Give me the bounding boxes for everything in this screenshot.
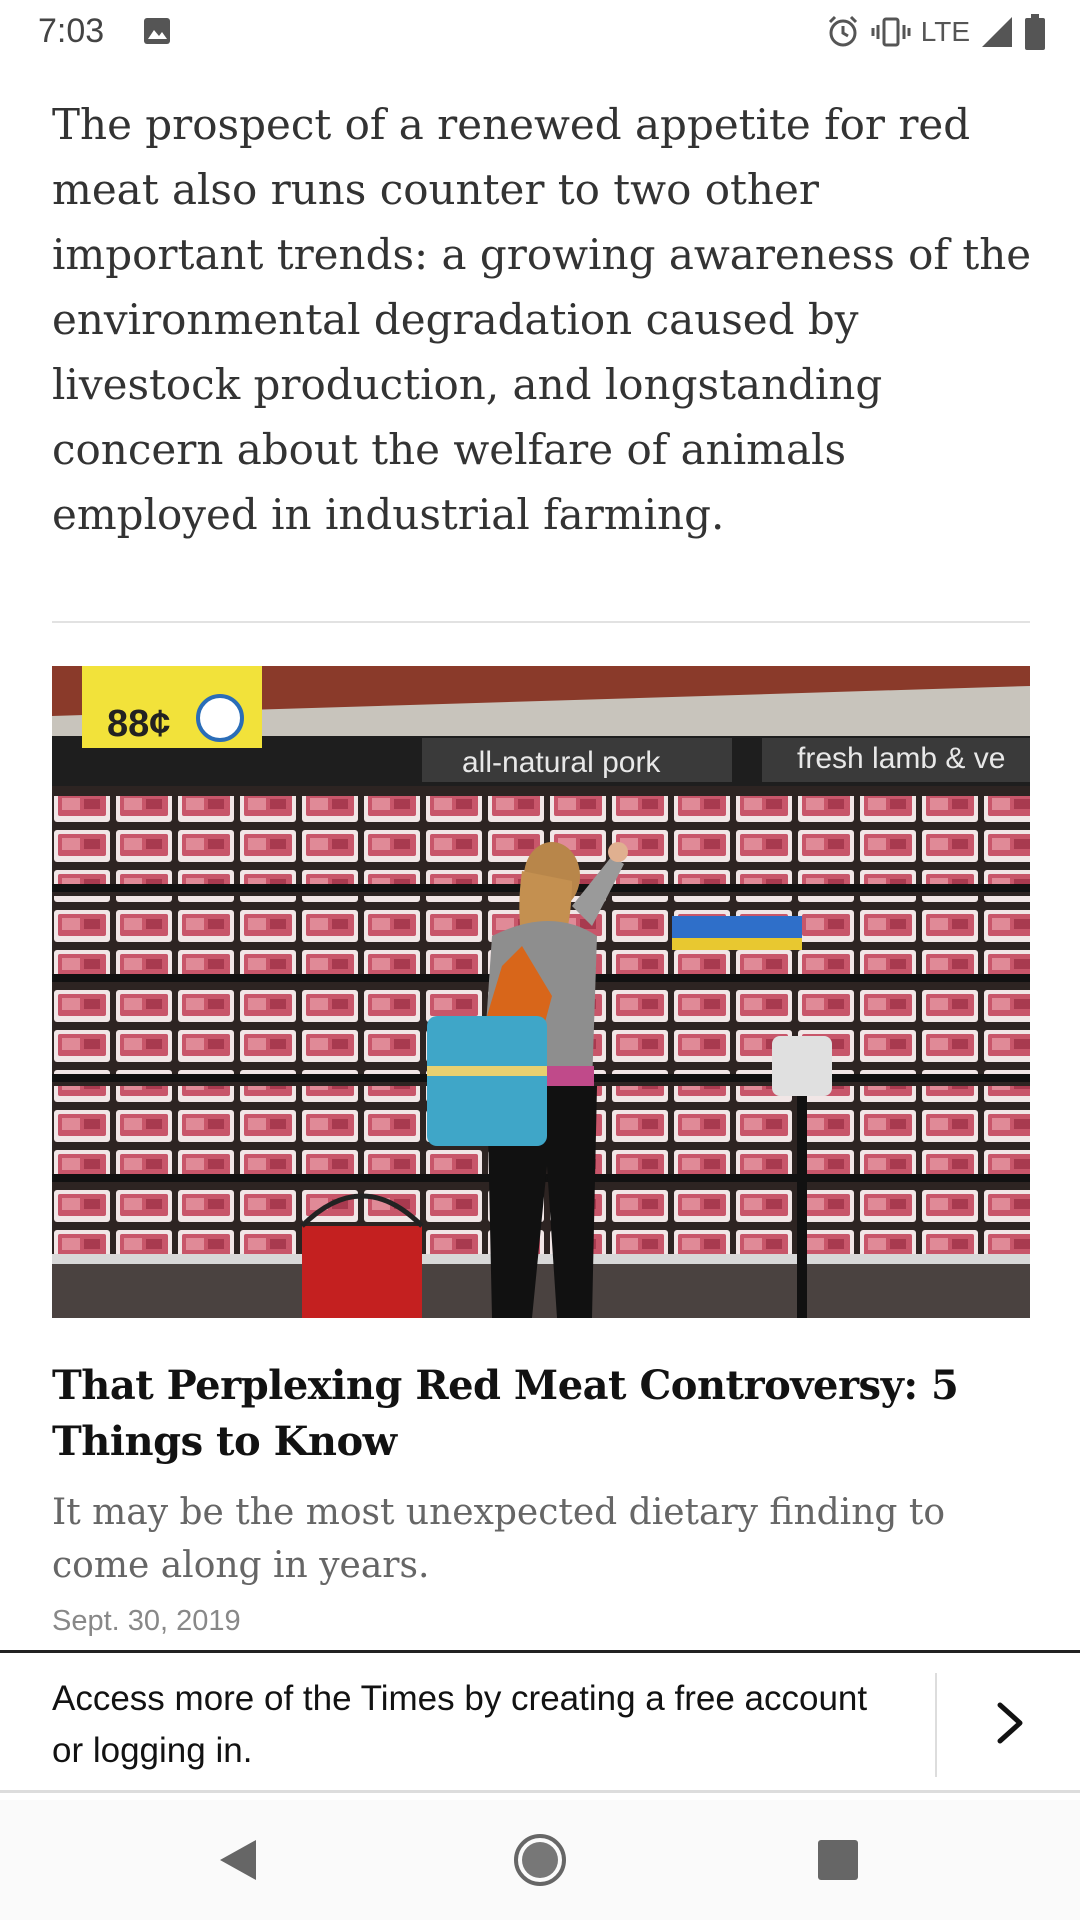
account-prompt-banner[interactable]: Access more of the Times by creating a f… <box>0 1650 1080 1793</box>
grocery-meat-aisle-illustration: all-natural pork fresh lamb & ve 88¢ <box>52 666 1030 1318</box>
alarm-icon <box>828 15 857 47</box>
recents-icon[interactable] <box>808 1830 868 1890</box>
related-article-image[interactable]: all-natural pork fresh lamb & ve 88¢ <box>52 666 1030 1318</box>
vibrate-icon <box>871 17 911 47</box>
banner-arrow-button[interactable] <box>975 1673 1045 1773</box>
status-bar: 7:03 LTE <box>0 0 1080 64</box>
banner-text: Access more of the Times by creating a f… <box>52 1679 868 1770</box>
home-icon[interactable] <box>510 1830 570 1890</box>
image-icon <box>144 18 170 44</box>
price-tag: 88¢ <box>107 703 170 745</box>
related-article-title[interactable]: That Perplexing Red Meat Controversy: 5 … <box>52 1358 1032 1470</box>
network-type: LTE <box>920 16 970 47</box>
status-time: 7:03 <box>38 12 105 50</box>
sign-right: fresh lamb & ve <box>797 742 1005 775</box>
banner-divider <box>935 1673 937 1777</box>
article-paragraph: The prospect of a renewed appetite for r… <box>52 100 1032 539</box>
system-nav-bar <box>0 1800 1080 1920</box>
status-icons: LTE <box>825 12 1046 52</box>
chevron-right-icon <box>997 1702 1023 1744</box>
battery-icon <box>1025 14 1045 50</box>
section-divider <box>52 621 1030 623</box>
related-article-date: Sept. 30, 2019 <box>52 1605 241 1637</box>
back-icon[interactable] <box>208 1830 268 1890</box>
related-article-summary: It may be the most unexpected dietary fi… <box>52 1492 946 1586</box>
sign-left: all-natural pork <box>462 746 661 779</box>
signal-icon <box>982 17 1012 47</box>
